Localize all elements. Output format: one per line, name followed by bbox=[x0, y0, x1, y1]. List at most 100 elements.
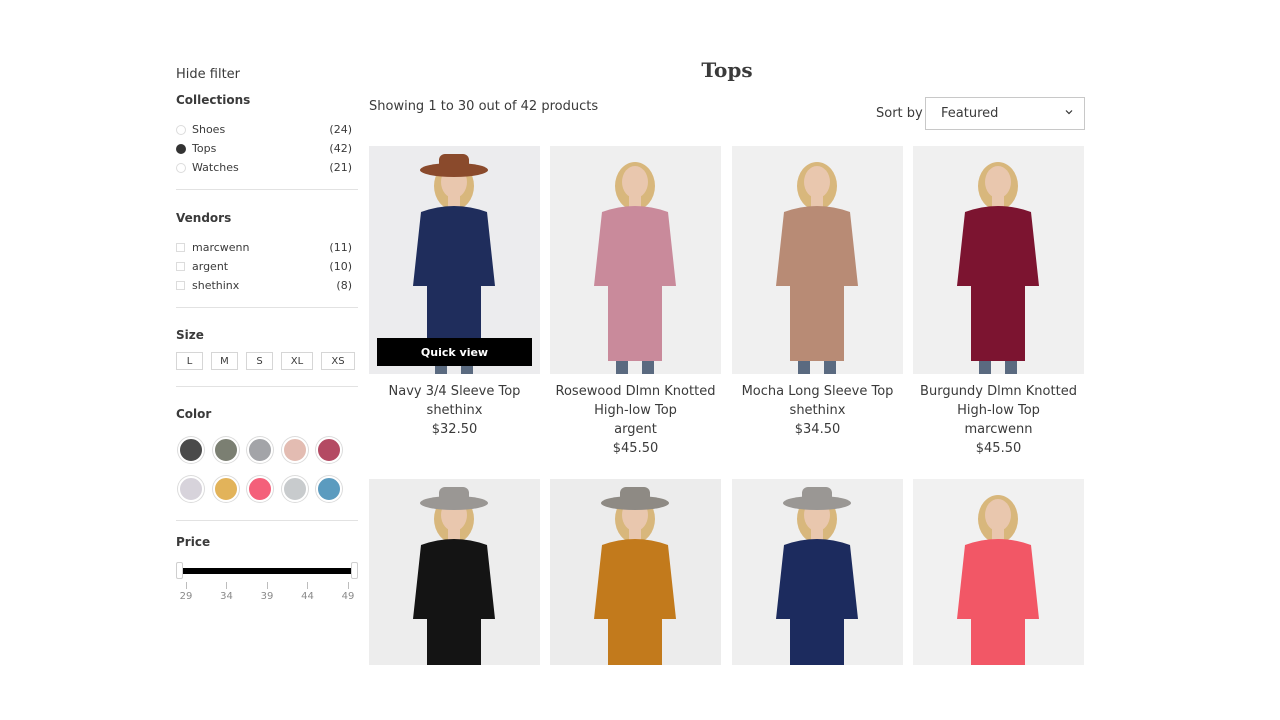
price-tick: 29 bbox=[171, 582, 201, 602]
price-max-handle[interactable] bbox=[351, 562, 358, 579]
product-title[interactable]: Mocha Long Sleeve Top bbox=[732, 382, 903, 401]
product-card[interactable]: Quick view Navy 3/4 Sleeve Top shethinx $32… bbox=[369, 146, 540, 439]
product-card[interactable]: Mocha Long Sleeve Top shethinx $34.50 bbox=[732, 146, 903, 439]
collections-filter-group: Collections Shoes (24) Tops (42) Watches… bbox=[176, 92, 358, 190]
product-title[interactable]: High-low Top bbox=[550, 401, 721, 420]
checkbox-icon[interactable] bbox=[176, 262, 185, 271]
product-card[interactable]: Burgundy Dlmn Knotted High-low Top marcwen… bbox=[913, 146, 1084, 458]
model-photo bbox=[776, 162, 858, 374]
product-title[interactable]: Burgundy Dlmn Knotted bbox=[913, 382, 1084, 401]
product-card[interactable] bbox=[550, 479, 721, 665]
size-option-l[interactable]: L bbox=[176, 352, 203, 370]
model-photo bbox=[957, 162, 1039, 374]
checkbox-icon[interactable] bbox=[176, 243, 185, 252]
vendor-option-argent[interactable]: argent (10) bbox=[176, 257, 358, 276]
vendor-option-marcwenn[interactable]: marcwenn (11) bbox=[176, 238, 358, 257]
price-range-track bbox=[182, 568, 352, 574]
color-swatch-olive[interactable] bbox=[212, 437, 239, 463]
color-swatch-charcoal[interactable] bbox=[178, 437, 204, 463]
sort-by-label: Sort by bbox=[876, 106, 923, 121]
option-count: (10) bbox=[329, 260, 352, 273]
color-swatch-blue[interactable] bbox=[316, 476, 343, 502]
price-filter-title: Price bbox=[176, 535, 211, 549]
product-card[interactable] bbox=[913, 479, 1084, 665]
product-card[interactable] bbox=[369, 479, 540, 665]
checkbox-icon[interactable] bbox=[176, 281, 185, 290]
quick-view-button[interactable]: Quick view bbox=[377, 338, 532, 366]
product-image[interactable] bbox=[369, 479, 540, 665]
size-filter-title: Size bbox=[176, 328, 204, 342]
product-title[interactable]: Navy 3/4 Sleeve Top bbox=[369, 382, 540, 401]
price-tick: 34 bbox=[212, 582, 242, 602]
product-card[interactable] bbox=[732, 479, 903, 665]
color-swatch-rose[interactable] bbox=[316, 437, 343, 463]
sort-by-select[interactable]: Featured bbox=[925, 97, 1085, 130]
hide-filter-link[interactable]: Hide filter bbox=[176, 66, 358, 83]
color-swatch-grey[interactable] bbox=[247, 437, 274, 463]
color-swatch-light-grey[interactable] bbox=[281, 476, 308, 502]
option-label: shethinx bbox=[192, 279, 240, 292]
price-tick-mark bbox=[226, 582, 227, 589]
page-title: Tops bbox=[701, 58, 753, 82]
color-swatch-silver[interactable] bbox=[178, 476, 204, 502]
price-range-slider[interactable] bbox=[176, 562, 358, 582]
product-card[interactable]: Rosewood Dlmn Knotted High-low Top argent $… bbox=[550, 146, 721, 458]
product-title[interactable]: Rosewood Dlmn Knotted bbox=[550, 382, 721, 401]
collection-option-tops[interactable]: Tops (42) bbox=[176, 139, 358, 158]
vendor-option-shethinx[interactable]: shethinx (8) bbox=[176, 276, 358, 295]
color-swatch-coral[interactable] bbox=[247, 476, 274, 502]
option-label: argent bbox=[192, 260, 229, 273]
collection-option-watches[interactable]: Watches (21) bbox=[176, 158, 358, 177]
color-swatch-gold[interactable] bbox=[212, 476, 239, 502]
product-image[interactable]: Quick view bbox=[369, 146, 540, 374]
model-photo bbox=[776, 487, 858, 665]
size-option-xl[interactable]: XL bbox=[281, 352, 313, 370]
vendors-filter-group: Vendors marcwenn (11) argent (10) shethi… bbox=[176, 210, 358, 308]
option-count: (21) bbox=[329, 161, 352, 174]
product-vendor: shethinx bbox=[789, 403, 846, 418]
product-image[interactable] bbox=[732, 479, 903, 665]
product-price: $32.50 bbox=[431, 422, 478, 437]
sort-by-value: Featured bbox=[941, 106, 999, 121]
option-count: (24) bbox=[329, 123, 352, 136]
product-image[interactable] bbox=[913, 479, 1084, 665]
size-option-m[interactable]: M bbox=[211, 352, 238, 370]
size-filter-group: Size L M S XL XS bbox=[176, 327, 358, 387]
product-price: $34.50 bbox=[794, 422, 841, 437]
option-label: Shoes bbox=[192, 123, 226, 136]
option-label: Tops bbox=[192, 142, 217, 155]
product-price: $45.50 bbox=[975, 441, 1022, 456]
size-option-s[interactable]: S bbox=[246, 352, 273, 370]
product-price: $45.50 bbox=[612, 441, 659, 456]
price-tick-label: 34 bbox=[220, 591, 233, 602]
product-image[interactable] bbox=[732, 146, 903, 374]
option-count: (8) bbox=[336, 279, 352, 292]
radio-icon[interactable] bbox=[176, 162, 186, 173]
price-tick-mark bbox=[347, 582, 349, 589]
product-image[interactable] bbox=[550, 146, 721, 374]
model-photo bbox=[413, 487, 495, 665]
radio-icon[interactable] bbox=[176, 124, 186, 135]
color-swatch-blush[interactable] bbox=[281, 437, 308, 463]
product-info: Rosewood Dlmn Knotted High-low Top argent $… bbox=[550, 382, 721, 458]
product-title[interactable]: High-low Top bbox=[913, 401, 1084, 420]
option-count: (42) bbox=[329, 142, 352, 155]
size-option-xs[interactable]: XS bbox=[321, 352, 355, 370]
product-image[interactable] bbox=[550, 479, 721, 665]
price-min-handle[interactable] bbox=[176, 562, 183, 579]
product-info: Mocha Long Sleeve Top shethinx $34.50 bbox=[732, 382, 903, 439]
price-filter-group: Price 29 34 39 44 49 bbox=[176, 534, 358, 604]
model-photo bbox=[957, 495, 1039, 665]
price-tick-label: 44 bbox=[301, 591, 314, 602]
price-tick-mark bbox=[266, 582, 268, 589]
size-options: L M S XL XS bbox=[176, 352, 358, 370]
collections-filter-title: Collections bbox=[176, 93, 251, 107]
product-info: Navy 3/4 Sleeve Top shethinx $32.50 bbox=[369, 382, 540, 439]
product-vendor: marcwenn bbox=[964, 422, 1033, 437]
price-tick-label: 39 bbox=[260, 591, 274, 602]
product-image[interactable] bbox=[913, 146, 1084, 374]
collection-option-shoes[interactable]: Shoes (24) bbox=[176, 120, 358, 139]
radio-selected-icon[interactable] bbox=[176, 143, 186, 154]
color-filter-title: Color bbox=[176, 407, 212, 421]
product-vendor: argent bbox=[614, 422, 657, 437]
